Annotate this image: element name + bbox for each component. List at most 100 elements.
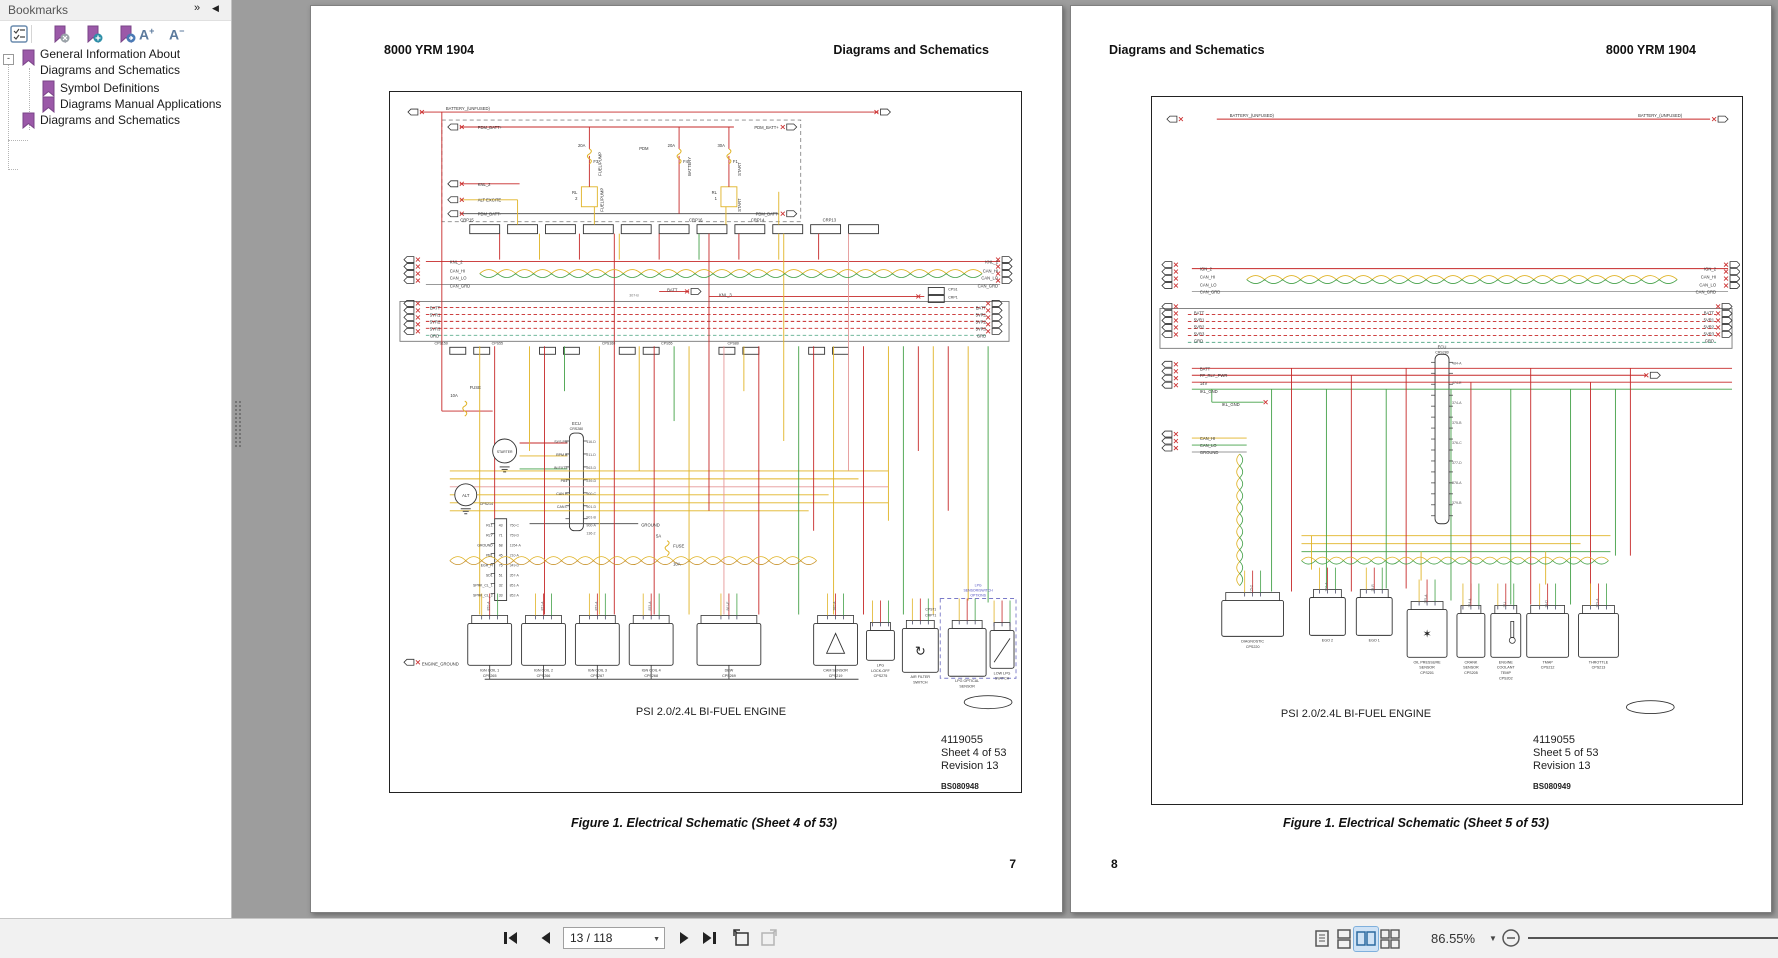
svg-text:750-C: 750-C bbox=[510, 524, 520, 528]
next-page-button[interactable] bbox=[673, 927, 695, 949]
svg-text:5VR3: 5VR3 bbox=[976, 326, 987, 331]
svg-text:BATTERY: BATTERY bbox=[687, 157, 692, 176]
svg-text:RPM B: RPM B bbox=[556, 453, 568, 457]
zoom-slider[interactable] bbox=[1528, 927, 1778, 949]
zoom-level[interactable]: 86.55% bbox=[1431, 931, 1475, 946]
svg-text:TMAP: TMAP bbox=[1543, 660, 1554, 664]
svg-text:CRP13: CRP13 bbox=[823, 218, 837, 223]
svg-text:CPS55: CPS55 bbox=[492, 341, 503, 345]
part-number: 4119055 bbox=[941, 734, 1006, 747]
svg-text:START: START bbox=[737, 198, 742, 212]
svg-text:EGR_H: EGR_H bbox=[481, 564, 493, 568]
continuous-facing-view-icon[interactable] bbox=[1378, 927, 1402, 951]
decrease-text-icon[interactable]: A− bbox=[169, 26, 189, 46]
facing-view-icon[interactable] bbox=[1354, 927, 1378, 951]
next-view-icon[interactable] bbox=[758, 927, 780, 949]
bookmarks-panel: Bookmarks » ◀ A+ A− - General Informatio… bbox=[0, 0, 232, 918]
svg-text:BATT: BATT bbox=[1200, 366, 1211, 371]
add-bookmark-icon[interactable] bbox=[84, 24, 104, 44]
svg-text:852-A: 852-A bbox=[510, 594, 520, 598]
svg-text:CAN_HI: CAN_HI bbox=[450, 269, 465, 274]
svg-text:ALT: ALT bbox=[462, 493, 470, 498]
bookmark-item-diagrams-manual-applications[interactable]: Diagrams Manual Applications bbox=[60, 97, 221, 111]
svg-text:75: 75 bbox=[499, 564, 503, 568]
first-page-button[interactable] bbox=[500, 927, 522, 949]
bookmark-item-symbol-definitions[interactable]: Symbol Definitions bbox=[60, 81, 159, 95]
sheet-number: Sheet 4 of 53 bbox=[941, 747, 1006, 760]
svg-text:51: 51 bbox=[499, 574, 503, 578]
single-page-view-icon[interactable] bbox=[1310, 927, 1334, 951]
svg-text:45: 45 bbox=[499, 554, 503, 558]
svg-text:229-A: 229-A bbox=[1595, 598, 1599, 608]
schematic-frame: IGN COIL 1CPS265IGN COIL 2CPS266IGN COIL… bbox=[389, 91, 1022, 793]
svg-text:ENGINE: ENGINE bbox=[1499, 660, 1514, 664]
bookmark-item-general-information[interactable]: General Information About Diagrams and S… bbox=[40, 46, 220, 78]
svg-text:CPS268: CPS268 bbox=[644, 674, 658, 678]
panel-resize-grip[interactable] bbox=[234, 400, 243, 448]
svg-text:SENSOR: SENSOR bbox=[1419, 666, 1435, 670]
svg-text:377-D: 377-D bbox=[1452, 461, 1462, 465]
svg-text:852-A: 852-A bbox=[594, 601, 598, 611]
svg-text:43: 43 bbox=[499, 524, 503, 528]
svg-text:376-C: 376-C bbox=[1452, 441, 1462, 445]
svg-text:RLY: RLY bbox=[486, 534, 493, 538]
part-block: 4119055 Sheet 5 of 53 Revision 13 bbox=[1533, 734, 1598, 773]
svg-text:PB1: PB1 bbox=[561, 479, 568, 483]
svg-text:CAN_LO: CAN_LO bbox=[1200, 443, 1217, 448]
svg-text:CPS267: CPS267 bbox=[590, 674, 604, 678]
chevron-down-icon[interactable]: ▼ bbox=[653, 936, 660, 943]
page-number-input[interactable]: 13 / 118 ▼ bbox=[563, 927, 665, 949]
previous-view-icon[interactable] bbox=[730, 927, 752, 949]
svg-text:5VR1: 5VR1 bbox=[976, 312, 987, 317]
svg-text:KNL_3: KNL_3 bbox=[719, 292, 732, 297]
svg-text:BATTERY_(UNFUSED): BATTERY_(UNFUSED) bbox=[1638, 113, 1683, 118]
svg-text:IKL_GND: IKL_GND bbox=[1222, 402, 1240, 407]
svg-text:CPS71: CPS71 bbox=[925, 607, 936, 611]
locate-bookmark-icon[interactable] bbox=[117, 24, 137, 44]
svg-text:STARTER: STARTER bbox=[497, 450, 513, 454]
last-page-button[interactable] bbox=[698, 927, 720, 949]
delete-bookmark-icon[interactable] bbox=[51, 24, 71, 44]
svg-text:BATTERY_(UNFUSED): BATTERY_(UNFUSED) bbox=[1230, 113, 1275, 118]
svg-text:CAN_LO: CAN_LO bbox=[450, 276, 467, 281]
svg-text:349-D: 349-D bbox=[510, 564, 520, 568]
svg-text:CAN_LO: CAN_LO bbox=[981, 276, 998, 281]
svg-text:CAN L: CAN L bbox=[557, 505, 568, 509]
bookmarks-title: Bookmarks bbox=[8, 3, 68, 17]
svg-text:263-D: 263-D bbox=[586, 466, 596, 470]
svg-text:THROTTLE: THROTTLE bbox=[1589, 660, 1609, 664]
previous-page-button[interactable] bbox=[535, 927, 557, 949]
svg-text:5A: 5A bbox=[656, 534, 661, 539]
sheet-number: Sheet 5 of 53 bbox=[1533, 747, 1598, 760]
continuous-view-icon[interactable] bbox=[1332, 927, 1356, 951]
svg-text:CPS205: CPS205 bbox=[1464, 671, 1478, 675]
page-left: 8000 YRM 1904 Diagrams and Schematics IG… bbox=[310, 5, 1063, 913]
svg-text:GROUND: GROUND bbox=[477, 544, 493, 548]
svg-text:357-A: 357-A bbox=[510, 574, 520, 578]
bookmarks-options-icon[interactable]: » bbox=[194, 2, 200, 14]
svg-text:210-A: 210-A bbox=[510, 554, 520, 558]
increase-text-icon[interactable]: A+ bbox=[139, 26, 159, 46]
svg-text:275-A: 275-A bbox=[1424, 594, 1428, 604]
svg-text:SENSOR: SENSOR bbox=[1463, 666, 1479, 670]
expander-minus[interactable]: - bbox=[3, 54, 14, 65]
zoom-out-icon[interactable] bbox=[1500, 927, 1522, 949]
svg-text:OPTIONS: OPTIONS bbox=[970, 594, 986, 598]
svg-text:CAN_LO: CAN_LO bbox=[1200, 283, 1217, 288]
svg-text:5VR2: 5VR2 bbox=[976, 319, 987, 324]
svg-text:TEMP: TEMP bbox=[1501, 671, 1512, 675]
bookmark-flag-icon bbox=[42, 96, 55, 113]
panel-collapse-icon[interactable]: ◀ bbox=[212, 3, 219, 14]
toolbar-separator bbox=[31, 25, 32, 43]
svg-text:BATT: BATT bbox=[667, 287, 678, 292]
page-field-value[interactable]: 13 / 118 bbox=[570, 931, 612, 945]
svg-text:20A: 20A bbox=[668, 143, 676, 148]
chevron-down-icon[interactable]: ▼ bbox=[1489, 934, 1497, 943]
drawing-code: BS080948 bbox=[941, 782, 979, 791]
svg-text:30A: 30A bbox=[717, 143, 725, 148]
svg-text:5VR1: 5VR1 bbox=[430, 312, 441, 317]
svg-text:CPS1: CPS1 bbox=[948, 287, 957, 291]
svg-text:BATTERY_(UNFUSED): BATTERY_(UNFUSED) bbox=[446, 106, 491, 111]
bookmark-options-icon[interactable] bbox=[9, 24, 29, 44]
bookmark-item-diagrams-and-schematics[interactable]: Diagrams and Schematics bbox=[40, 113, 180, 127]
